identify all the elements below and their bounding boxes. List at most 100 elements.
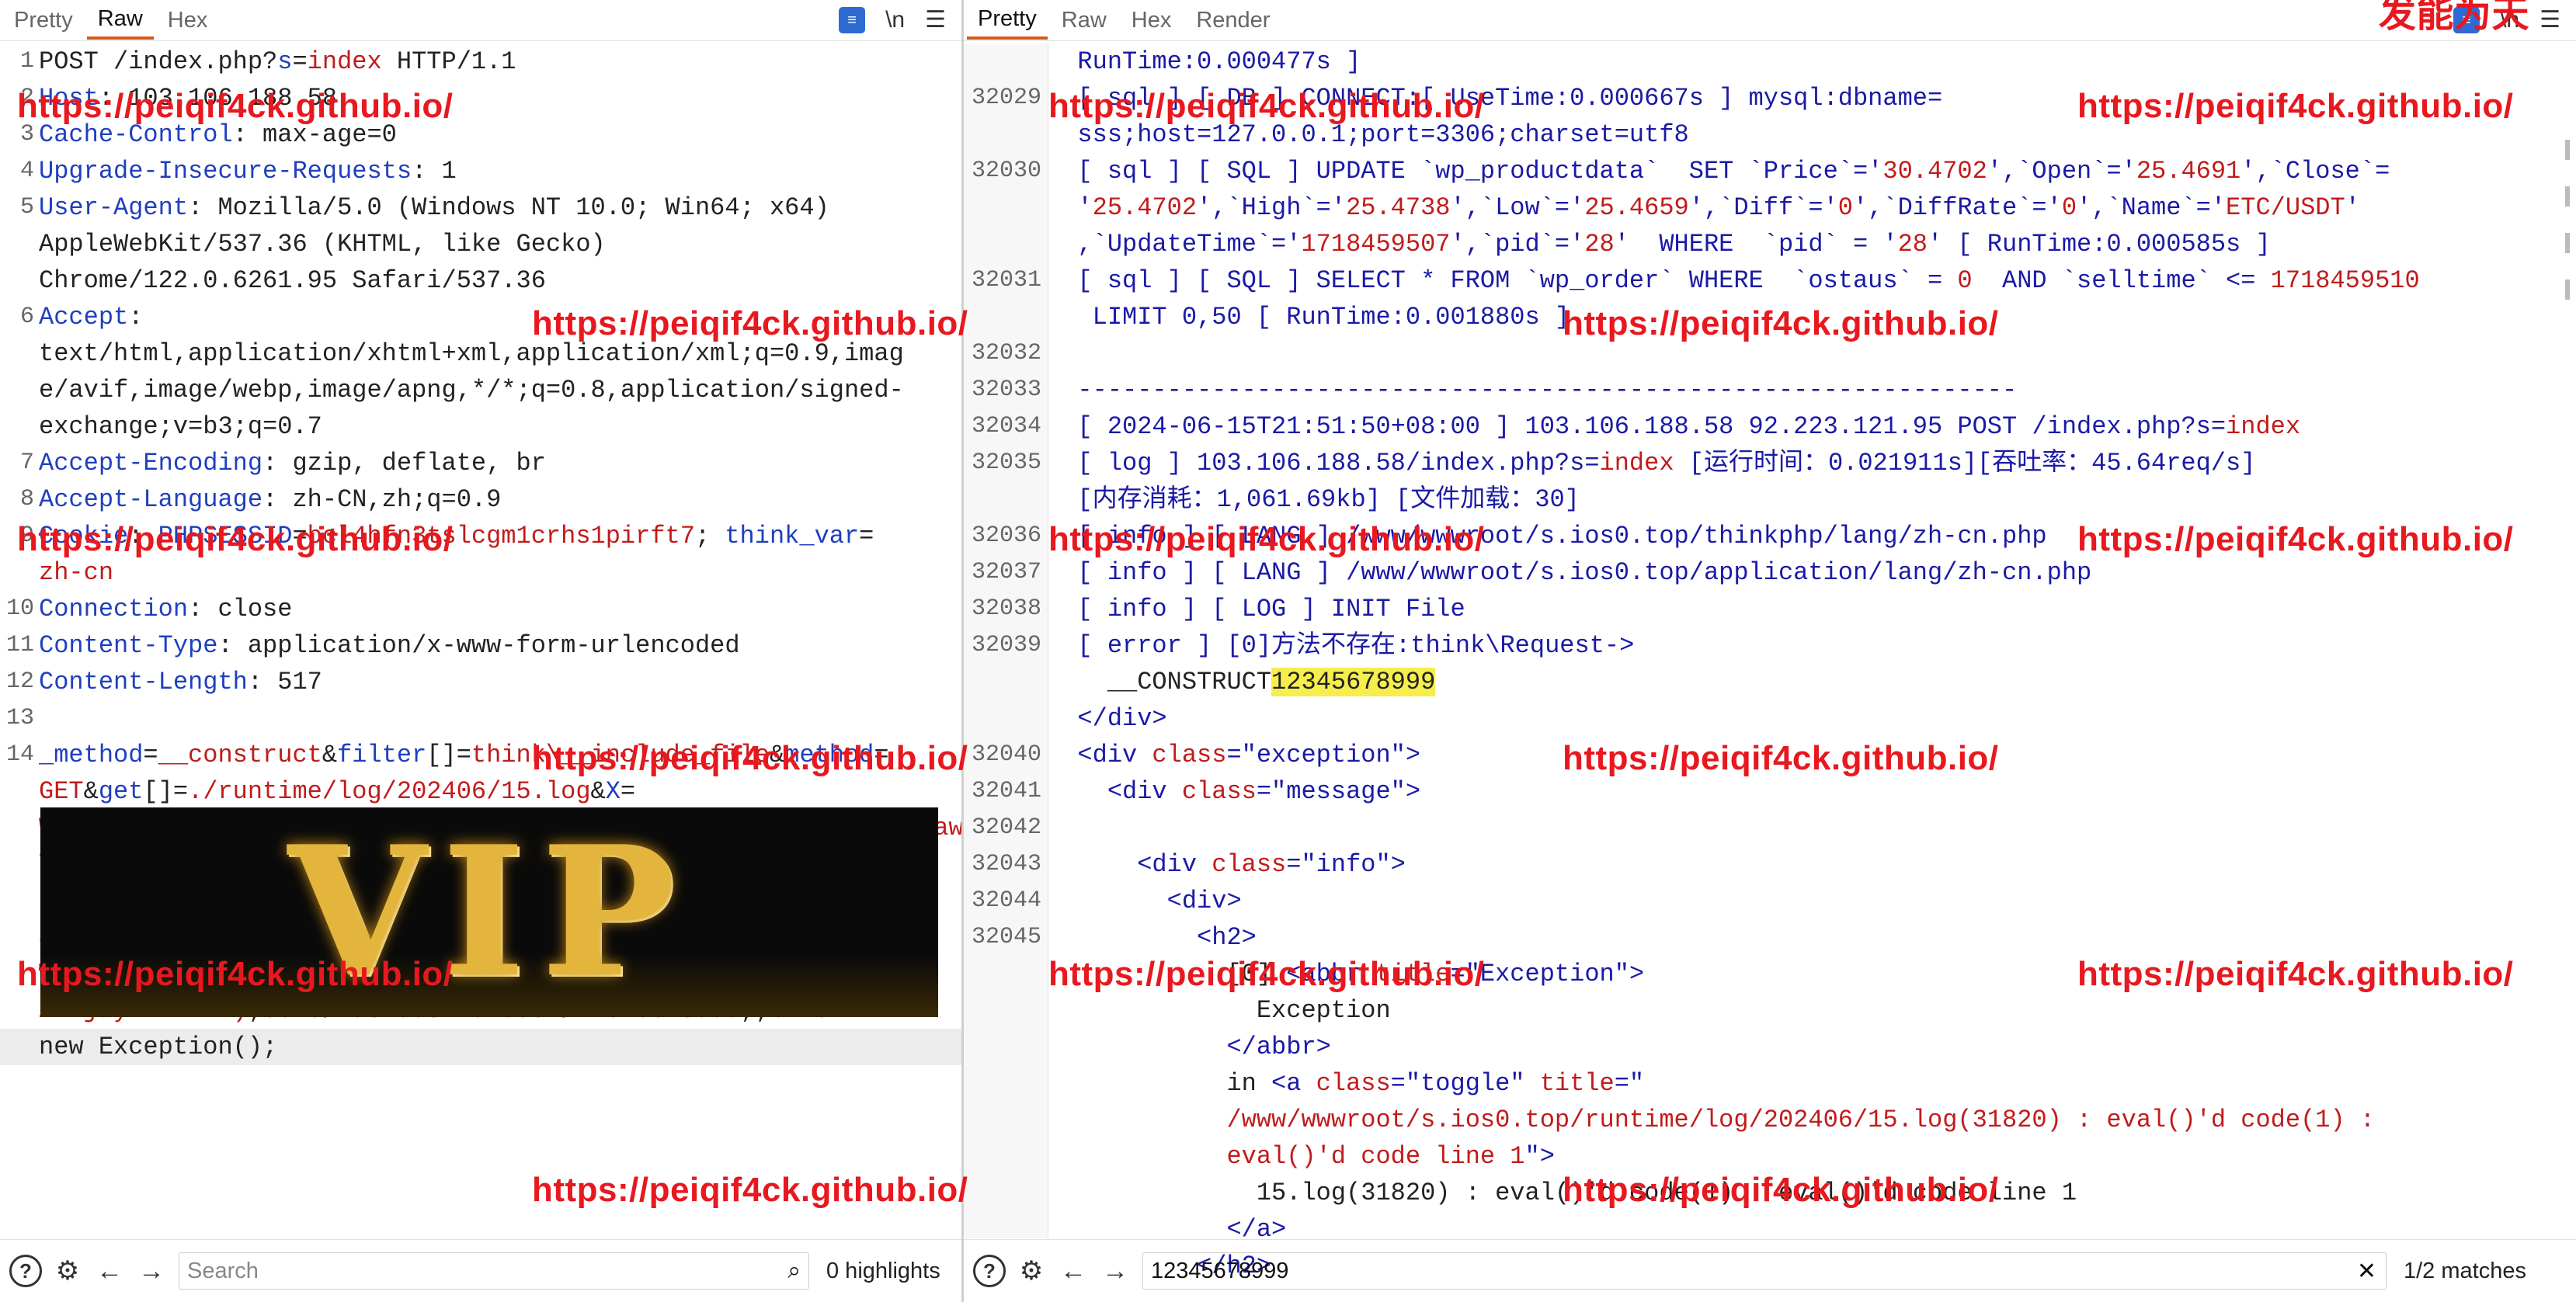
code-token: Connection <box>39 595 189 623</box>
search-match-highlight: 12345678999 <box>1271 668 1436 696</box>
line-text: [ error ] [0]方法不存在:think\Request-> <box>1048 627 1634 664</box>
line-text: User-Agent: Mozilla/5.0 (Windows NT 10.0… <box>39 189 829 226</box>
request-search-input[interactable]: Search ⌕ <box>179 1252 809 1290</box>
code-line: exchange;v=b3;q=0.7 <box>0 408 961 445</box>
line-text: [ info ] [ LANG ] /www/wwwroot/s.ios0.to… <box>1048 554 2091 591</box>
code-token: class <box>1212 850 1287 879</box>
response-search-input[interactable]: 12345678999 ✕ <box>1142 1252 2387 1290</box>
line-text: eval()'d code line 1"> <box>1048 1138 1555 1175</box>
wrap-toggle[interactable]: \n <box>885 7 905 33</box>
code-line: 32030 [ sql ] [ SQL ] UPDATE `wp_product… <box>964 153 2576 189</box>
code-token: index <box>1599 449 1674 477</box>
line-text: </div> <box>1048 700 1167 737</box>
code-token: __CONSTRUCT <box>1048 668 1272 696</box>
response-pane: Pretty Raw Hex Render ≡ \n ☰ 发能为天 RunTim… <box>964 0 2576 1302</box>
code-line: 32037 [ info ] [ LANG ] /www/wwwroot/s.i… <box>964 554 2576 591</box>
line-number: 32032 <box>971 340 1041 366</box>
line-text: AppleWebKit/537.36 (KHTML, like Gecko) <box>39 226 606 262</box>
code-token: ="toggle" <box>1390 1069 1540 1098</box>
code-token: exchange;v=b3;q=0.7 <box>39 412 322 441</box>
request-editor[interactable]: 1 POST /index.php?s=index HTTP/1.1 2 Host: … <box>0 43 961 1238</box>
menu-icon[interactable]: ☰ <box>925 6 946 33</box>
code-line: 32041 <div class="message"> <box>964 773 2576 810</box>
code-token: [运行时间：0.021911s][吞吐率：45.64req/s] <box>1674 449 2256 477</box>
watermark-text: https://peiqif4ck.github.io/ <box>1563 304 1999 342</box>
settings-gear-icon[interactable]: ⚙ <box>1015 1255 1048 1287</box>
response-search-count: 1/2 matches <box>2404 1258 2526 1283</box>
code-line: Exception <box>964 992 2576 1029</box>
code-line: RunTime:0.000477s ] <box>964 43 2576 80</box>
previous-match-icon[interactable]: ← <box>93 1255 126 1287</box>
code-token: </div> <box>1048 704 1167 733</box>
code-token: /www/wwwroot/s.ios0.top/runtime/log/2024… <box>1048 1106 2376 1134</box>
code-line: '25.4702',`High`='25.4738',`Low`='25.465… <box>964 189 2576 226</box>
response-scrollbar[interactable] <box>2565 140 2570 1172</box>
watermark-text: https://peiqif4ck.github.io/ <box>532 304 968 342</box>
tab-raw[interactable]: Raw <box>86 2 154 40</box>
code-token: [ sql ] [ SQL ] UPDATE `wp_productdata` … <box>1048 157 1883 186</box>
code-token: : 1 <box>412 157 457 186</box>
action-list-icon[interactable]: ≡ <box>839 6 866 33</box>
watermark-text: https://peiqif4ck.github.io/ <box>17 955 454 993</box>
code-token: AND `selltime` <= <box>1972 266 2271 295</box>
settings-gear-icon[interactable]: ⚙ <box>51 1255 84 1287</box>
line-text: GET&get[]=./runtime/log/202406/15.log&X= <box>39 773 635 810</box>
line-number: 32043 <box>971 851 1041 877</box>
line-number: 32034 <box>971 413 1041 439</box>
code-token: s <box>277 47 293 76</box>
code-token: __construct <box>158 741 322 769</box>
code-token: [ sql ] [ SQL ] SELECT * FROM `wp_order`… <box>1048 266 1958 295</box>
menu-icon[interactable]: ☰ <box>2539 6 2560 33</box>
code-token: <h2> <box>1048 923 1257 952</box>
code-token: & <box>83 777 99 806</box>
previous-match-icon[interactable]: ← <box>1057 1255 1090 1287</box>
code-line: 32034 [ 2024-06-15T21:51:50+08:00 ] 103.… <box>964 408 2576 445</box>
tab-pretty[interactable]: Pretty <box>3 3 84 38</box>
line-number: 32042 <box>971 814 1041 841</box>
watermark-text: https://peiqif4ck.github.io/ <box>17 520 454 558</box>
code-token: <div <box>1048 741 1152 769</box>
code-token: [ info ] [ LOG ] INIT File <box>1048 595 1465 623</box>
code-line: GET&get[]=./runtime/log/202406/15.log&X= <box>0 773 961 810</box>
next-match-icon[interactable]: → <box>135 1255 168 1287</box>
response-search-bar: ? ⚙ ← → 12345678999 ✕ 1/2 matches <box>964 1239 2576 1302</box>
code-line: zh-cn <box>0 554 961 591</box>
next-match-icon[interactable]: → <box>1099 1255 1132 1287</box>
code-line: eval()'d code line 1"> <box>964 1138 2576 1175</box>
line-number: 32037 <box>971 559 1041 585</box>
tab-render[interactable]: Render <box>1185 3 1281 38</box>
code-token: 28 <box>1897 230 1928 259</box>
code-token: GET <box>39 777 84 806</box>
line-number: 12 <box>5 668 34 695</box>
watermark-text: https://peiqif4ck.github.io/ <box>1563 739 1999 777</box>
code-token: RunTime:0.000477s ] <box>1048 47 1361 76</box>
line-text: /www/wwwroot/s.ios0.top/runtime/log/2024… <box>1048 1102 2375 1138</box>
tab-hex[interactable]: Hex <box>1121 3 1183 38</box>
code-token: ',`Open`=' <box>1987 157 2136 186</box>
code-token: : 517 <box>247 668 322 696</box>
tab-raw[interactable]: Raw <box>1051 3 1118 38</box>
line-number: 4 <box>19 158 34 184</box>
code-line: 32039 [ error ] [0]方法不存在:think\Request-> <box>964 627 2576 664</box>
code-token: : close <box>188 595 293 623</box>
line-number: 14 <box>5 741 34 768</box>
help-icon[interactable]: ? <box>9 1255 42 1287</box>
line-text: Content-Length: 517 <box>39 664 322 700</box>
line-number: 32041 <box>971 778 1041 804</box>
line-text: <h2> <box>1048 919 1257 956</box>
scrollbar-marker <box>2565 140 2570 160</box>
tab-pretty[interactable]: Pretty <box>967 2 1048 40</box>
code-token: 0 <box>2061 193 2077 222</box>
code-token: Content-Length <box>39 668 248 696</box>
line-text: [ sql ] [ SQL ] SELECT * FROM `wp_order`… <box>1048 262 2419 299</box>
code-token: ',`Low`=' <box>1450 193 1585 222</box>
code-token: "> <box>1524 1142 1555 1171</box>
clear-search-icon[interactable]: ✕ <box>2357 1258 2376 1285</box>
line-text: ----------------------------------------… <box>1048 372 2017 408</box>
scrollbar-marker <box>2565 233 2570 253</box>
code-token: ' <box>2345 193 2360 222</box>
response-editor[interactable]: RunTime:0.000477s ] 32029 [ sql ] [ DB ] … <box>964 43 2576 1280</box>
help-icon[interactable]: ? <box>973 1255 1006 1287</box>
scrollbar-marker <box>2565 186 2570 207</box>
tab-hex[interactable]: Hex <box>157 3 219 38</box>
